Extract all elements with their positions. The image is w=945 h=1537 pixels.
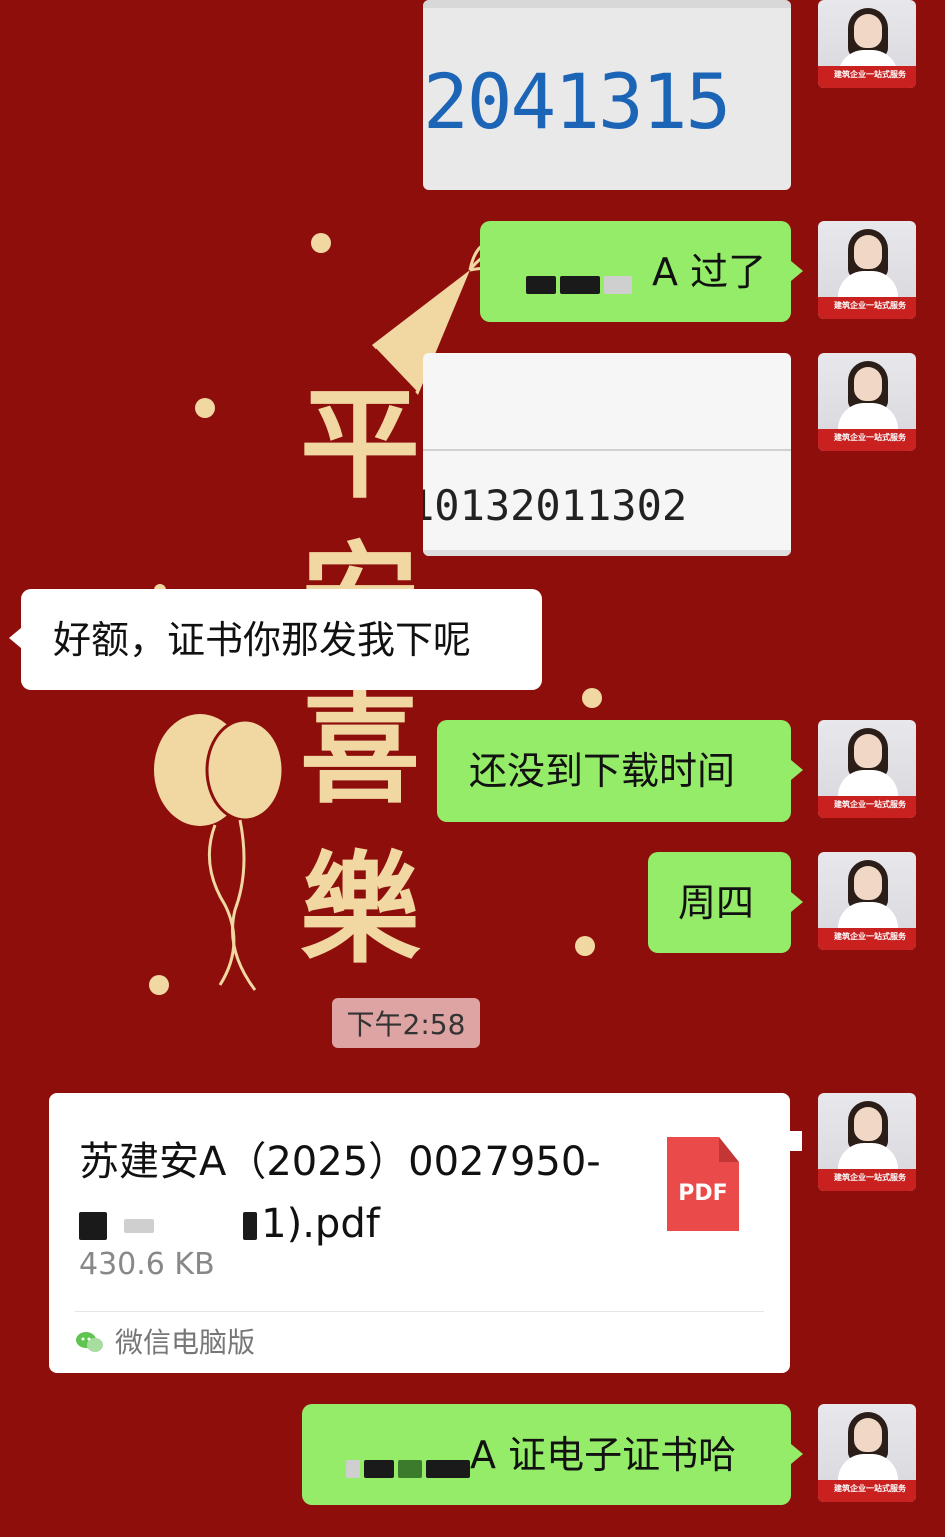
decor-dot xyxy=(149,975,169,995)
text-message[interactable]: 还没到下载时间 xyxy=(437,720,791,822)
image-number-text: 10132011302 xyxy=(423,481,688,530)
avatar[interactable]: 建筑企业一站式服务 xyxy=(818,852,916,950)
avatar-banner-text: 建筑企业一站式服务 xyxy=(834,70,906,79)
bubble-tail xyxy=(791,892,803,912)
image-bottom-strip xyxy=(423,550,791,556)
message-text: A 过了 xyxy=(652,250,767,294)
wechat-icon xyxy=(76,1332,103,1352)
image-message[interactable]: 10132011302 xyxy=(423,353,791,556)
redacted-text xyxy=(346,1447,474,1485)
decor-char-le: 樂 xyxy=(300,839,420,980)
redacted-text xyxy=(79,1212,107,1240)
avatar-banner-text: 建筑企业一站式服务 xyxy=(834,932,906,941)
avatar-banner-text: 建筑企业一站式服务 xyxy=(834,1484,906,1493)
file-name-line2: 1).pdf xyxy=(79,1193,639,1255)
avatar[interactable]: 建筑企业一站式服务 xyxy=(818,353,916,451)
text-message[interactable]: A 证电子证书哈 xyxy=(302,1404,791,1505)
text-message[interactable]: A 过了 xyxy=(480,221,791,322)
file-source: 微信电脑版 xyxy=(115,1326,256,1359)
text-message[interactable]: 好额，证书你那发我下呢 xyxy=(21,589,542,690)
bubble-tail xyxy=(790,1131,802,1151)
file-name-tail: 1).pdf xyxy=(261,1201,380,1247)
pdf-icon-fold xyxy=(719,1137,739,1162)
bubble-tail xyxy=(791,760,803,780)
decor-dot xyxy=(195,398,215,418)
avatar[interactable]: 建筑企业一站式服务 xyxy=(818,221,916,319)
image-message[interactable]: 2041315 xyxy=(423,0,791,190)
balloons-icon xyxy=(154,714,285,991)
redacted-text xyxy=(526,263,636,301)
file-name-line1: 苏建安A（2025）0027950- xyxy=(79,1139,601,1185)
decor-dot xyxy=(575,936,595,956)
image-top-strip xyxy=(423,0,791,8)
text-message[interactable]: 周四 xyxy=(648,852,791,953)
bubble-tail xyxy=(9,628,21,648)
decor-dot xyxy=(311,233,331,253)
timestamp: 下午2:58 xyxy=(332,998,480,1048)
decor-char-xi: 喜 xyxy=(300,679,420,820)
file-size: 430.6 KB xyxy=(79,1247,215,1282)
avatar-banner-text: 建筑企业一站式服务 xyxy=(834,433,906,442)
message-text: 周四 xyxy=(678,880,755,925)
message-text: 还没到下载时间 xyxy=(469,749,736,793)
bubble-tail xyxy=(791,1444,803,1464)
image-number-text: 2041315 xyxy=(423,57,731,146)
avatar-banner-text: 建筑企业一站式服务 xyxy=(834,301,906,310)
bubble-tail xyxy=(791,261,803,281)
decor-dot xyxy=(582,688,602,708)
file-name: 苏建安A（2025）0027950- 1).pdf xyxy=(79,1131,639,1255)
avatar-banner-text: 建筑企业一站式服务 xyxy=(834,1173,906,1182)
decor-char-ping: 平 xyxy=(300,374,420,515)
avatar-banner-text: 建筑企业一站式服务 xyxy=(834,800,906,809)
file-message[interactable]: 苏建安A（2025）0027950- 1).pdf 430.6 KB PDF 微… xyxy=(49,1093,790,1373)
avatar[interactable]: 建筑企业一站式服务 xyxy=(818,1404,916,1502)
message-text: 好额，证书你那发我下呢 xyxy=(53,617,472,662)
avatar[interactable]: 建筑企业一站式服务 xyxy=(818,1093,916,1191)
avatar[interactable]: 建筑企业一站式服务 xyxy=(818,720,916,818)
message-text: A 证电子证书哈 xyxy=(470,1433,737,1477)
avatar[interactable]: 建筑企业一站式服务 xyxy=(818,0,916,88)
image-divider xyxy=(423,449,791,451)
divider xyxy=(75,1311,764,1312)
